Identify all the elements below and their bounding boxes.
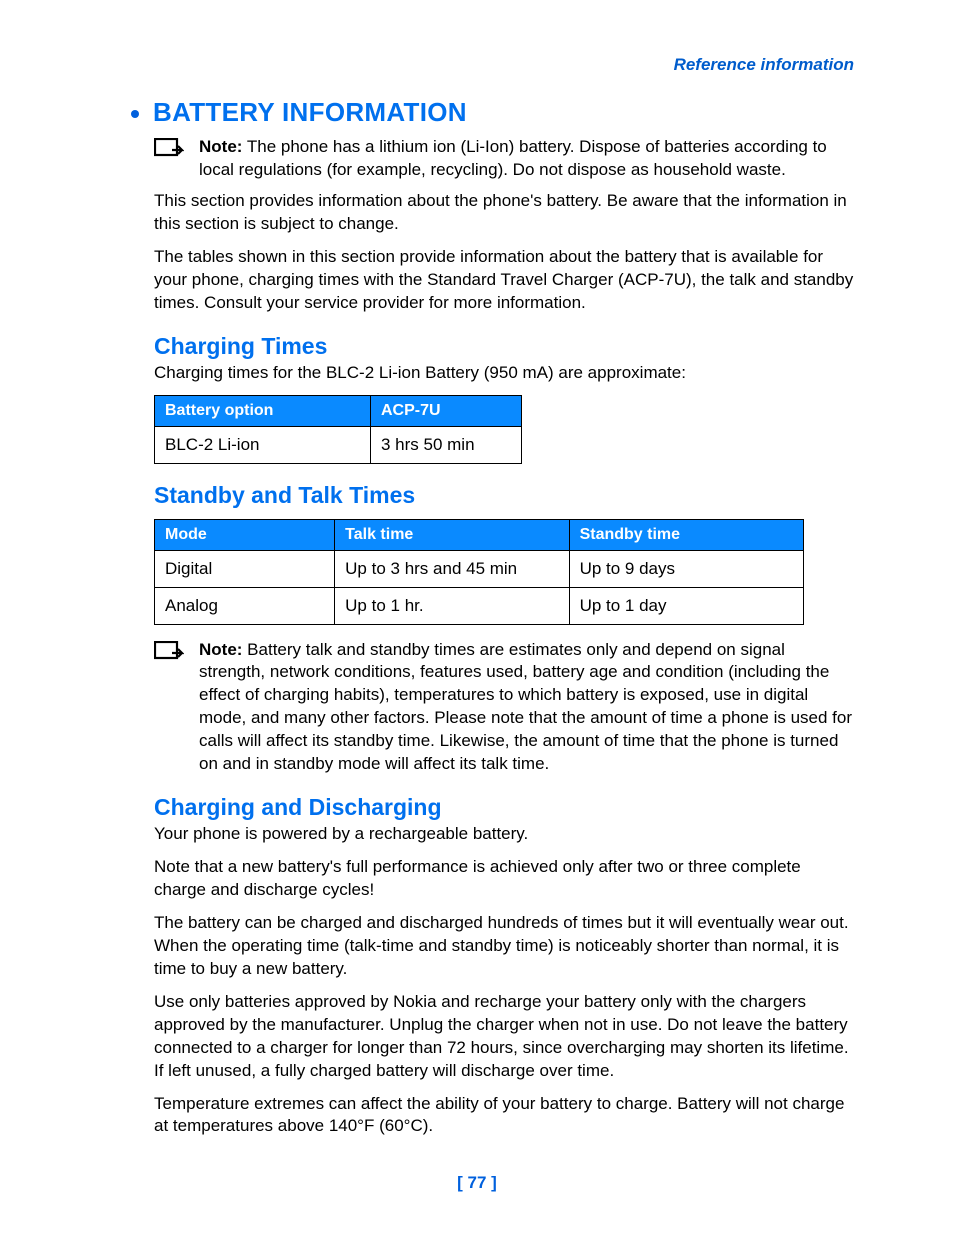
th-standby: Standby time — [569, 519, 803, 550]
td-time: 3 hrs 50 min — [371, 426, 522, 463]
note-icon — [154, 138, 184, 165]
td-standby: Up to 1 day — [569, 587, 803, 624]
standby-heading: Standby and Talk Times — [154, 482, 854, 509]
td-mode: Digital — [155, 550, 335, 587]
note-body: The phone has a lithium ion (Li-Ion) bat… — [199, 137, 827, 179]
page-number: [ 77 ] — [0, 1173, 954, 1193]
td-standby: Up to 9 days — [569, 550, 803, 587]
td-battery: BLC-2 Li-ion — [155, 426, 371, 463]
note-text-2: Note: Battery talk and standby times are… — [199, 639, 854, 777]
table-row: BLC-2 Li-ion 3 hrs 50 min — [155, 426, 522, 463]
note-body: Battery talk and standby times are estim… — [199, 640, 852, 774]
header-reference: Reference information — [98, 55, 854, 75]
th-mode: Mode — [155, 519, 335, 550]
note-label: Note: — [199, 137, 242, 156]
charging-table: Battery option ACP-7U BLC-2 Li-ion 3 hrs… — [154, 395, 522, 464]
table-row: Digital Up to 3 hrs and 45 min Up to 9 d… — [155, 550, 804, 587]
td-talk: Up to 1 hr. — [335, 587, 569, 624]
cd-p3: The battery can be charged and discharge… — [154, 912, 854, 981]
section-title: BATTERY INFORMATION — [153, 97, 467, 128]
table-row: Analog Up to 1 hr. Up to 1 day — [155, 587, 804, 624]
cd-p4: Use only batteries approved by Nokia and… — [154, 991, 854, 1083]
standby-table: Mode Talk time Standby time Digital Up t… — [154, 519, 804, 625]
th-talk: Talk time — [335, 519, 569, 550]
note-icon — [154, 641, 184, 668]
cd-p1: Your phone is powered by a rechargeable … — [154, 823, 854, 846]
table-header-row: Battery option ACP-7U — [155, 395, 522, 426]
charging-discharging-heading: Charging and Discharging — [154, 794, 854, 821]
th-battery-option: Battery option — [155, 395, 371, 426]
td-mode: Analog — [155, 587, 335, 624]
note-text-1: Note: The phone has a lithium ion (Li-Io… — [199, 136, 854, 182]
charging-times-heading: Charging Times — [154, 333, 854, 360]
table-header-row: Mode Talk time Standby time — [155, 519, 804, 550]
th-acp7u: ACP-7U — [371, 395, 522, 426]
cd-p2: Note that a new battery's full performan… — [154, 856, 854, 902]
charging-desc: Charging times for the BLC-2 Li-ion Batt… — [154, 362, 854, 385]
bullet-icon — [131, 110, 139, 118]
intro-paragraph-1: This section provides information about … — [154, 190, 854, 236]
intro-paragraph-2: The tables shown in this section provide… — [154, 246, 854, 315]
note-label: Note: — [199, 640, 242, 659]
cd-p5: Temperature extremes can affect the abil… — [154, 1093, 854, 1139]
td-talk: Up to 3 hrs and 45 min — [335, 550, 569, 587]
